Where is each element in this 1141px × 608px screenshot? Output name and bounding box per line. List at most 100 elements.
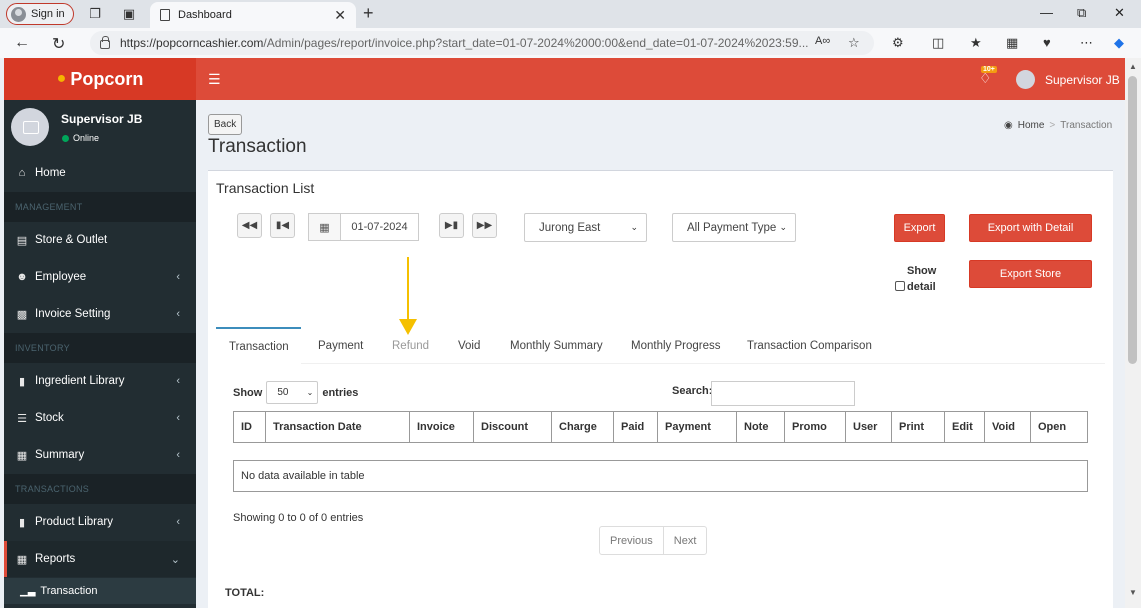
tab-refund[interactable]: Refund — [392, 327, 429, 364]
annotation-arrow-icon — [399, 257, 417, 335]
scroll-down-icon[interactable]: ▼ — [1129, 588, 1137, 597]
close-window-icon[interactable]: ✕ — [1114, 5, 1125, 21]
app-header: ☰ ♢ 10+ Supervisor JB — [196, 58, 1125, 100]
restore-icon[interactable]: ⧉ — [1077, 5, 1086, 21]
back-button[interactable]: Back — [208, 114, 243, 135]
last-date-button[interactable]: ▶▶ — [472, 213, 497, 238]
scroll-up-icon[interactable]: ▲ — [1129, 62, 1137, 71]
entries-select[interactable]: 50 ⌄ — [266, 381, 319, 404]
dashboard-icon: ◉ — [1004, 120, 1013, 131]
search-input[interactable] — [711, 381, 855, 406]
sidebar-item-ingredient-library[interactable]: ▮ Ingredient Library ‹ — [4, 363, 196, 399]
date-picker[interactable]: ▦ 01-07-2024 — [308, 213, 419, 241]
next-page-button[interactable]: Next — [664, 527, 707, 554]
sidebar-header-transactions: TRANSACTIONS — [4, 474, 196, 504]
sidebar-item-store-outlet[interactable]: ▤ Store & Outlet — [4, 222, 196, 258]
checkbox-icon[interactable] — [895, 281, 905, 291]
export-store-button[interactable]: Export Store — [969, 260, 1092, 288]
extensions-icon[interactable]: ⚙ — [892, 35, 904, 51]
calendar-icon: ▦ — [309, 214, 341, 240]
show-detail-label: Show detail — [907, 265, 937, 293]
brand-logo[interactable]: ● Popcorn — [4, 58, 196, 100]
workspaces-icon[interactable]: ❐ — [86, 5, 104, 23]
sidebar-item-reports[interactable]: ▦ Reports ⌄ — [4, 541, 196, 577]
column-header[interactable]: Charge — [552, 412, 614, 442]
sidebar-item-stock[interactable]: ☰ Stock ‹ — [4, 400, 196, 436]
column-header[interactable]: Note — [737, 412, 785, 442]
box-title: Transaction List — [216, 180, 315, 196]
page-scrollbar[interactable]: ▲ ▼ — [1125, 58, 1141, 608]
book-icon: ▮ — [18, 516, 26, 529]
browser-essentials-icon[interactable]: ♥ — [1043, 35, 1051, 50]
column-header[interactable]: Void — [985, 412, 1031, 442]
more-icon[interactable]: ⋯ — [1080, 35, 1093, 51]
header-user-name[interactable]: Supervisor JB — [1045, 73, 1120, 87]
sidebar-header-management: MANAGEMENT — [4, 192, 196, 222]
column-header[interactable]: ID — [234, 412, 266, 442]
favorites-icon[interactable]: ★ — [970, 35, 982, 51]
menu-toggle-icon[interactable]: ☰ — [208, 71, 221, 88]
sidebar-item-invoice-setting[interactable]: ▩ Invoice Setting ‹ — [4, 296, 196, 332]
column-header[interactable]: User — [846, 412, 892, 442]
show-detail-checkbox[interactable]: Show detail — [895, 263, 953, 295]
profile-icon — [11, 6, 26, 22]
scrollbar-thumb[interactable] — [1128, 76, 1137, 364]
minimize-icon[interactable]: — — [1040, 5, 1053, 20]
first-date-button[interactable]: ◀◀ — [237, 213, 262, 238]
split-screen-icon[interactable]: ◫ — [932, 35, 944, 51]
column-header[interactable]: Edit — [945, 412, 985, 442]
sidebar-header-inventory: INVENTORY — [4, 333, 196, 363]
column-header[interactable]: Open — [1031, 412, 1087, 442]
tab-void[interactable]: Void — [458, 327, 480, 364]
next-date-button[interactable]: ▶▮ — [439, 213, 464, 238]
total-label: TOTAL: — [225, 587, 265, 599]
tab-payment[interactable]: Payment — [318, 327, 363, 364]
refresh-icon[interactable]: ↻ — [52, 34, 65, 54]
back-arrow-icon[interactable]: ← — [14, 34, 30, 52]
column-header[interactable]: Paid — [614, 412, 658, 442]
pagination: Previous Next — [599, 526, 708, 555]
column-header[interactable]: Invoice — [410, 412, 474, 442]
sign-in-label: Sign in — [31, 8, 65, 20]
read-aloud-icon[interactable]: A∞ — [815, 35, 830, 47]
previous-page-button[interactable]: Previous — [600, 527, 664, 554]
chevron-left-icon: ‹ — [176, 271, 180, 283]
column-header[interactable]: Promo — [785, 412, 846, 442]
header-avatar[interactable] — [1016, 70, 1035, 89]
copilot-icon[interactable]: ◆ — [1114, 35, 1124, 51]
breadcrumb-home[interactable]: Home — [1018, 120, 1045, 131]
export-button[interactable]: Export — [894, 214, 945, 242]
sidebar-item-home[interactable]: ⌂ Home — [4, 155, 196, 191]
sidebar-item-employee[interactable]: ☻ Employee ‹ — [4, 259, 196, 295]
chevron-down-icon: ⌄ — [779, 222, 787, 232]
close-tab-icon[interactable]: ✕ — [334, 7, 346, 24]
tab-monthly-summary[interactable]: Monthly Summary — [510, 327, 603, 364]
favorite-star-icon[interactable]: ☆ — [848, 35, 860, 51]
sidebar-item-summary[interactable]: ▦ Summary ‹ — [4, 437, 196, 473]
column-header[interactable]: Print — [892, 412, 945, 442]
column-header[interactable]: Payment — [658, 412, 737, 442]
sidebar-item-label: Ingredient Library — [35, 375, 125, 387]
previous-date-button[interactable]: ▮◀ — [270, 213, 295, 238]
column-header[interactable]: Transaction Date — [266, 412, 410, 442]
bar-chart-icon: ▁▃ — [20, 585, 36, 597]
tab-transaction-comparison[interactable]: Transaction Comparison — [747, 327, 872, 364]
payment-type-select[interactable]: All Payment Type ⌄ — [672, 213, 796, 242]
notification-badge: 10+ — [981, 66, 997, 73]
browser-tab-dashboard[interactable]: Dashboard ✕ — [150, 2, 356, 28]
page-icon — [160, 9, 170, 21]
tab-actions-icon[interactable]: ▣ — [120, 5, 138, 23]
outlet-selected: Jurong East — [539, 221, 601, 234]
tab-monthly-progress[interactable]: Monthly Progress — [631, 327, 720, 364]
outlet-select[interactable]: Jurong East ⌄ — [524, 213, 647, 242]
column-header[interactable]: Discount — [474, 412, 552, 442]
new-tab-icon[interactable]: + — [363, 3, 374, 24]
sidebar-item-product-library[interactable]: ▮ Product Library ‹ — [4, 504, 196, 540]
url-field[interactable]: https://popcorncashier.com/Admin/pages/r… — [90, 31, 874, 55]
browser-tab-title: Dashboard — [178, 9, 232, 21]
collections-icon[interactable]: ▦ — [1006, 35, 1018, 51]
export-with-detail-button[interactable]: Export with Detail — [969, 214, 1092, 242]
tab-transaction[interactable]: Transaction — [216, 327, 301, 364]
browser-sign-in-button[interactable]: Sign in — [6, 3, 74, 25]
sidebar-subitem-transaction[interactable]: ▁▃ Transaction — [4, 578, 196, 604]
